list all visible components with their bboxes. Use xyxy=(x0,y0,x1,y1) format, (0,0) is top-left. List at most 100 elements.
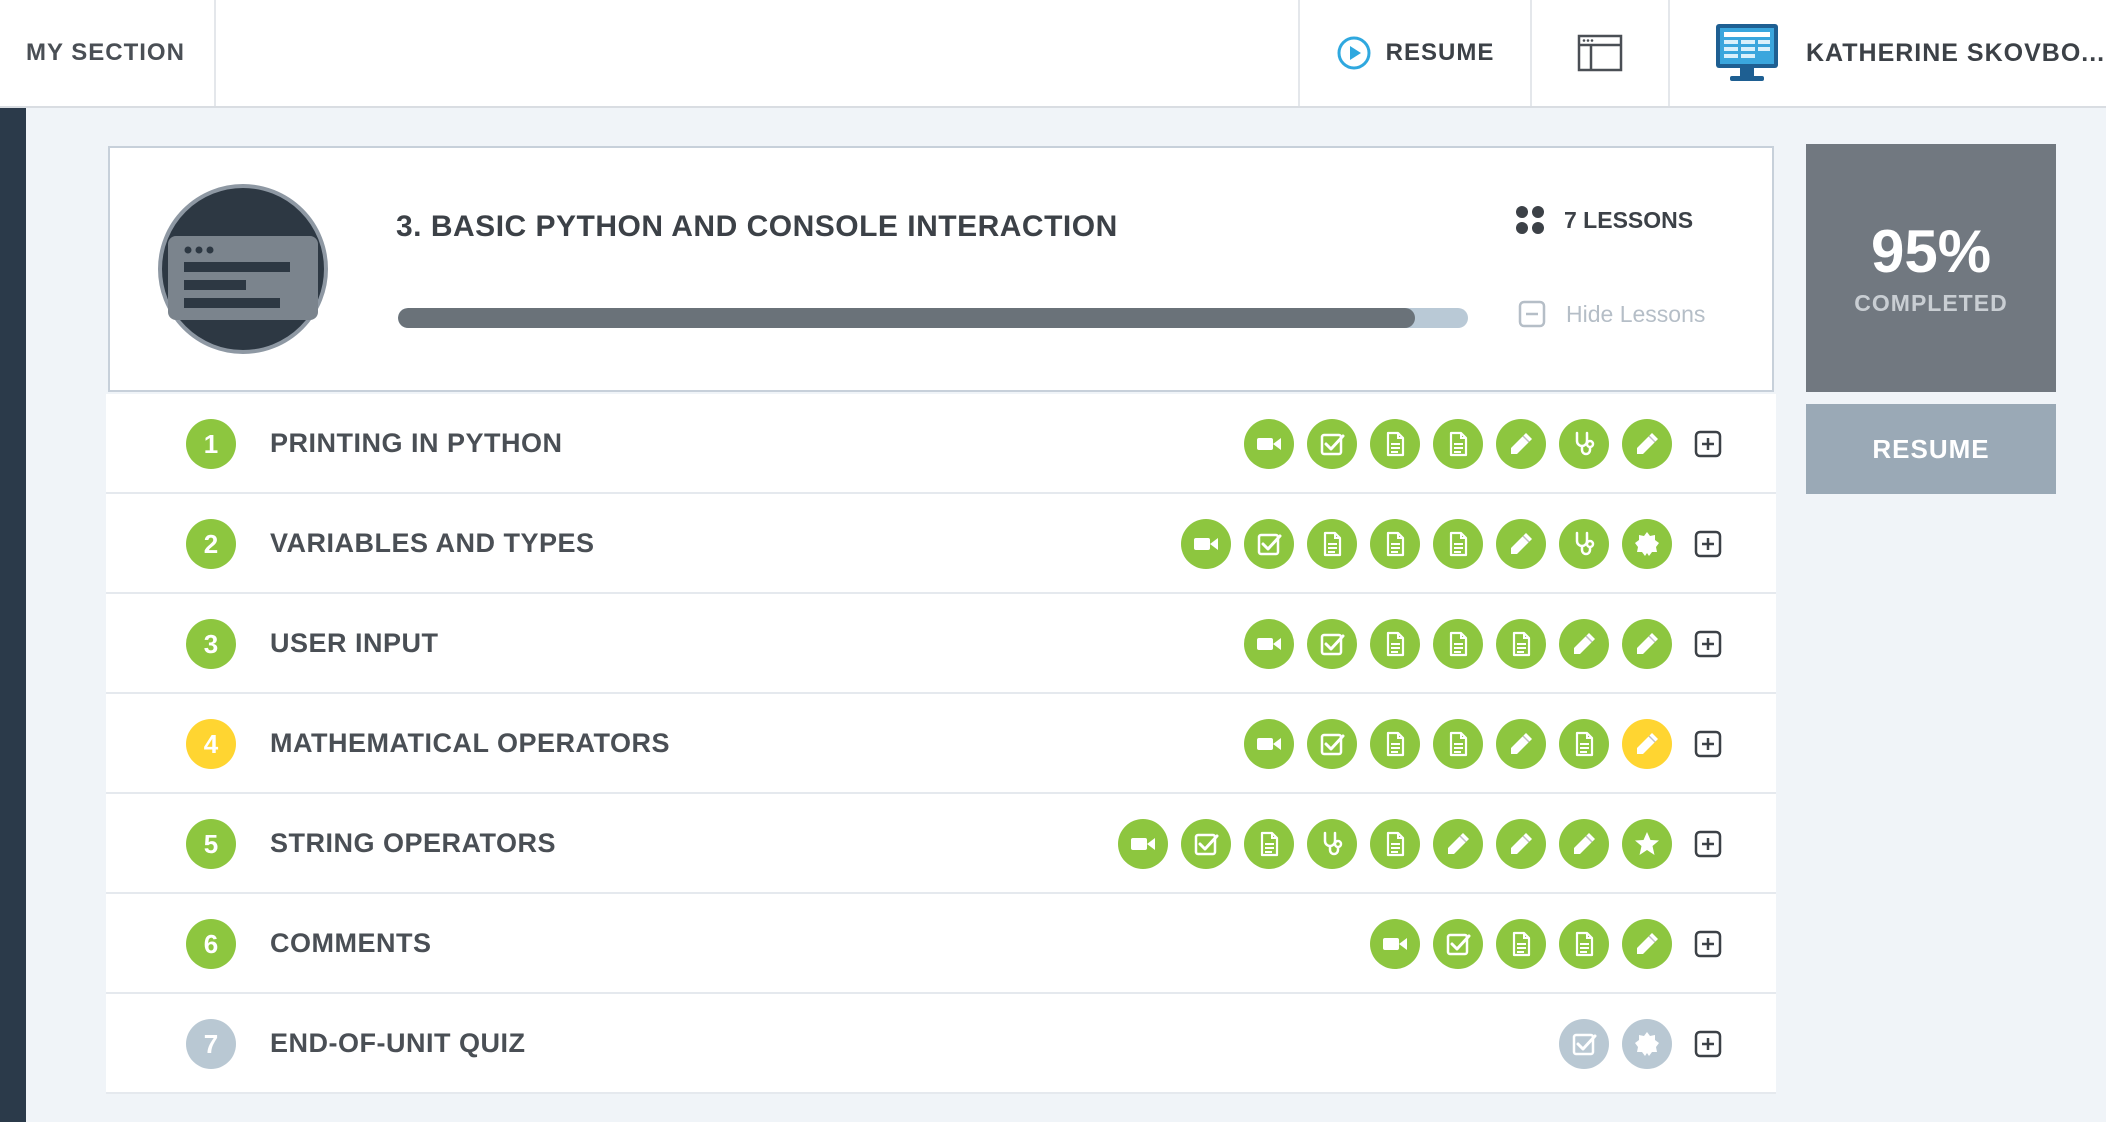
video-icon[interactable] xyxy=(1118,819,1168,869)
checkbox-icon[interactable] xyxy=(1433,919,1483,969)
lesson-title[interactable]: MATHEMATICAL OPERATORS xyxy=(270,728,670,759)
unit-title: 3. BASIC PYTHON AND CONSOLE INTERACTION xyxy=(396,210,1118,243)
document-icon[interactable] xyxy=(1370,619,1420,669)
video-icon[interactable] xyxy=(1244,619,1294,669)
expand-lesson-icon[interactable] xyxy=(1694,630,1722,658)
lesson-number-badge: 1 xyxy=(186,419,236,469)
user-menu[interactable]: KATHERINE SKOVBO... xyxy=(1668,0,2106,106)
top-resume-button[interactable]: RESUME xyxy=(1298,0,1530,106)
completion-percent: 95% xyxy=(1870,217,1992,285)
lesson-title[interactable]: END-OF-UNIT QUIZ xyxy=(270,1028,525,1059)
badge-icon[interactable] xyxy=(1622,519,1672,569)
top-resume-label: RESUME xyxy=(1385,39,1495,66)
lesson-row[interactable]: 7 END-OF-UNIT QUIZ xyxy=(106,994,1776,1094)
window-view-button[interactable] xyxy=(1530,0,1668,106)
lesson-row[interactable]: 3 USER INPUT xyxy=(106,594,1776,694)
expand-lesson-icon[interactable] xyxy=(1694,830,1722,858)
unit-avatar xyxy=(158,184,328,354)
my-section-link[interactable]: MY SECTION xyxy=(0,0,216,106)
lesson-list: 1 PRINTING IN PYTHON 2 VARIABLES AND TYPES 3… xyxy=(106,394,1776,1094)
pencil-icon[interactable] xyxy=(1496,719,1546,769)
monitor-avatar-icon xyxy=(1716,24,1778,81)
checkbox-icon[interactable] xyxy=(1307,719,1357,769)
document-icon[interactable] xyxy=(1559,919,1609,969)
hide-lessons-label: Hide Lessons xyxy=(1566,300,1706,327)
badge-icon[interactable] xyxy=(1622,1019,1672,1069)
stethoscope-icon[interactable] xyxy=(1559,419,1609,469)
lesson-activities xyxy=(1244,719,1672,769)
expand-lesson-icon[interactable] xyxy=(1694,930,1722,958)
lessons-count-label: 7 LESSONS xyxy=(1564,206,1694,233)
video-icon[interactable] xyxy=(1181,519,1231,569)
document-icon[interactable] xyxy=(1496,619,1546,669)
collapse-icon xyxy=(1518,300,1546,328)
lesson-activities xyxy=(1244,619,1672,669)
checkbox-icon[interactable] xyxy=(1244,519,1294,569)
checkbox-icon[interactable] xyxy=(1559,1019,1609,1069)
lesson-number-badge: 6 xyxy=(186,919,236,969)
checkbox-icon[interactable] xyxy=(1307,419,1357,469)
checkbox-icon[interactable] xyxy=(1307,619,1357,669)
console-window-icon xyxy=(168,236,318,320)
star-icon[interactable] xyxy=(1622,819,1672,869)
lesson-number-badge: 4 xyxy=(186,719,236,769)
checkbox-icon[interactable] xyxy=(1181,819,1231,869)
user-name: KATHERINE SKOVBO... xyxy=(1806,38,2106,67)
lesson-row[interactable]: 4 MATHEMATICAL OPERATORS xyxy=(106,694,1776,794)
expand-lesson-icon[interactable] xyxy=(1694,430,1722,458)
lesson-row[interactable]: 6 COMMENTS xyxy=(106,894,1776,994)
document-icon[interactable] xyxy=(1307,519,1357,569)
document-icon[interactable] xyxy=(1433,719,1483,769)
document-icon[interactable] xyxy=(1559,719,1609,769)
document-icon[interactable] xyxy=(1433,519,1483,569)
document-icon[interactable] xyxy=(1370,419,1420,469)
resume-button[interactable]: RESUME xyxy=(1806,404,2056,494)
unit-card: 3. BASIC PYTHON AND CONSOLE INTERACTION … xyxy=(108,146,1774,392)
lesson-row[interactable]: 1 PRINTING IN PYTHON xyxy=(106,394,1776,494)
pencil-icon[interactable] xyxy=(1622,619,1672,669)
pencil-icon[interactable] xyxy=(1496,819,1546,869)
document-icon[interactable] xyxy=(1433,419,1483,469)
my-section-label: MY SECTION xyxy=(26,39,185,66)
video-icon[interactable] xyxy=(1244,719,1294,769)
document-icon[interactable] xyxy=(1370,519,1420,569)
pencil-icon[interactable] xyxy=(1496,519,1546,569)
expand-lesson-icon[interactable] xyxy=(1694,530,1722,558)
lessons-count: 7 LESSONS xyxy=(1514,204,1693,236)
document-icon[interactable] xyxy=(1370,719,1420,769)
document-icon[interactable] xyxy=(1370,819,1420,869)
pencil-icon[interactable] xyxy=(1433,819,1483,869)
left-rail xyxy=(0,108,26,1122)
grid-dots-icon xyxy=(1516,206,1544,234)
lesson-row[interactable]: 2 VARIABLES AND TYPES xyxy=(106,494,1776,594)
document-icon[interactable] xyxy=(1433,619,1483,669)
document-icon[interactable] xyxy=(1496,919,1546,969)
stethoscope-icon[interactable] xyxy=(1307,819,1357,869)
lesson-activities xyxy=(1244,419,1672,469)
document-icon[interactable] xyxy=(1244,819,1294,869)
lesson-title[interactable]: PRINTING IN PYTHON xyxy=(270,428,563,459)
lesson-activities xyxy=(1181,519,1672,569)
expand-lesson-icon[interactable] xyxy=(1694,730,1722,758)
pencil-icon[interactable] xyxy=(1622,719,1672,769)
lesson-activities xyxy=(1559,1019,1672,1069)
lesson-title[interactable]: VARIABLES AND TYPES xyxy=(270,528,595,559)
lesson-title[interactable]: STRING OPERATORS xyxy=(270,828,556,859)
lesson-title[interactable]: USER INPUT xyxy=(270,628,439,659)
lesson-title[interactable]: COMMENTS xyxy=(270,928,432,959)
lesson-row[interactable]: 5 STRING OPERATORS xyxy=(106,794,1776,894)
pencil-icon[interactable] xyxy=(1559,819,1609,869)
stethoscope-icon[interactable] xyxy=(1559,519,1609,569)
pencil-icon[interactable] xyxy=(1559,619,1609,669)
lesson-number-badge: 2 xyxy=(186,519,236,569)
pencil-icon[interactable] xyxy=(1622,919,1672,969)
hide-lessons-toggle[interactable]: Hide Lessons xyxy=(1518,300,1705,328)
lesson-number-badge: 7 xyxy=(186,1019,236,1069)
video-icon[interactable] xyxy=(1244,419,1294,469)
lesson-activities xyxy=(1118,819,1672,869)
video-icon[interactable] xyxy=(1370,919,1420,969)
pencil-icon[interactable] xyxy=(1622,419,1672,469)
expand-lesson-icon[interactable] xyxy=(1694,1030,1722,1058)
top-bar: MY SECTION RESUME KATHERINE SKOVBO... xyxy=(0,0,2106,108)
pencil-icon[interactable] xyxy=(1496,419,1546,469)
